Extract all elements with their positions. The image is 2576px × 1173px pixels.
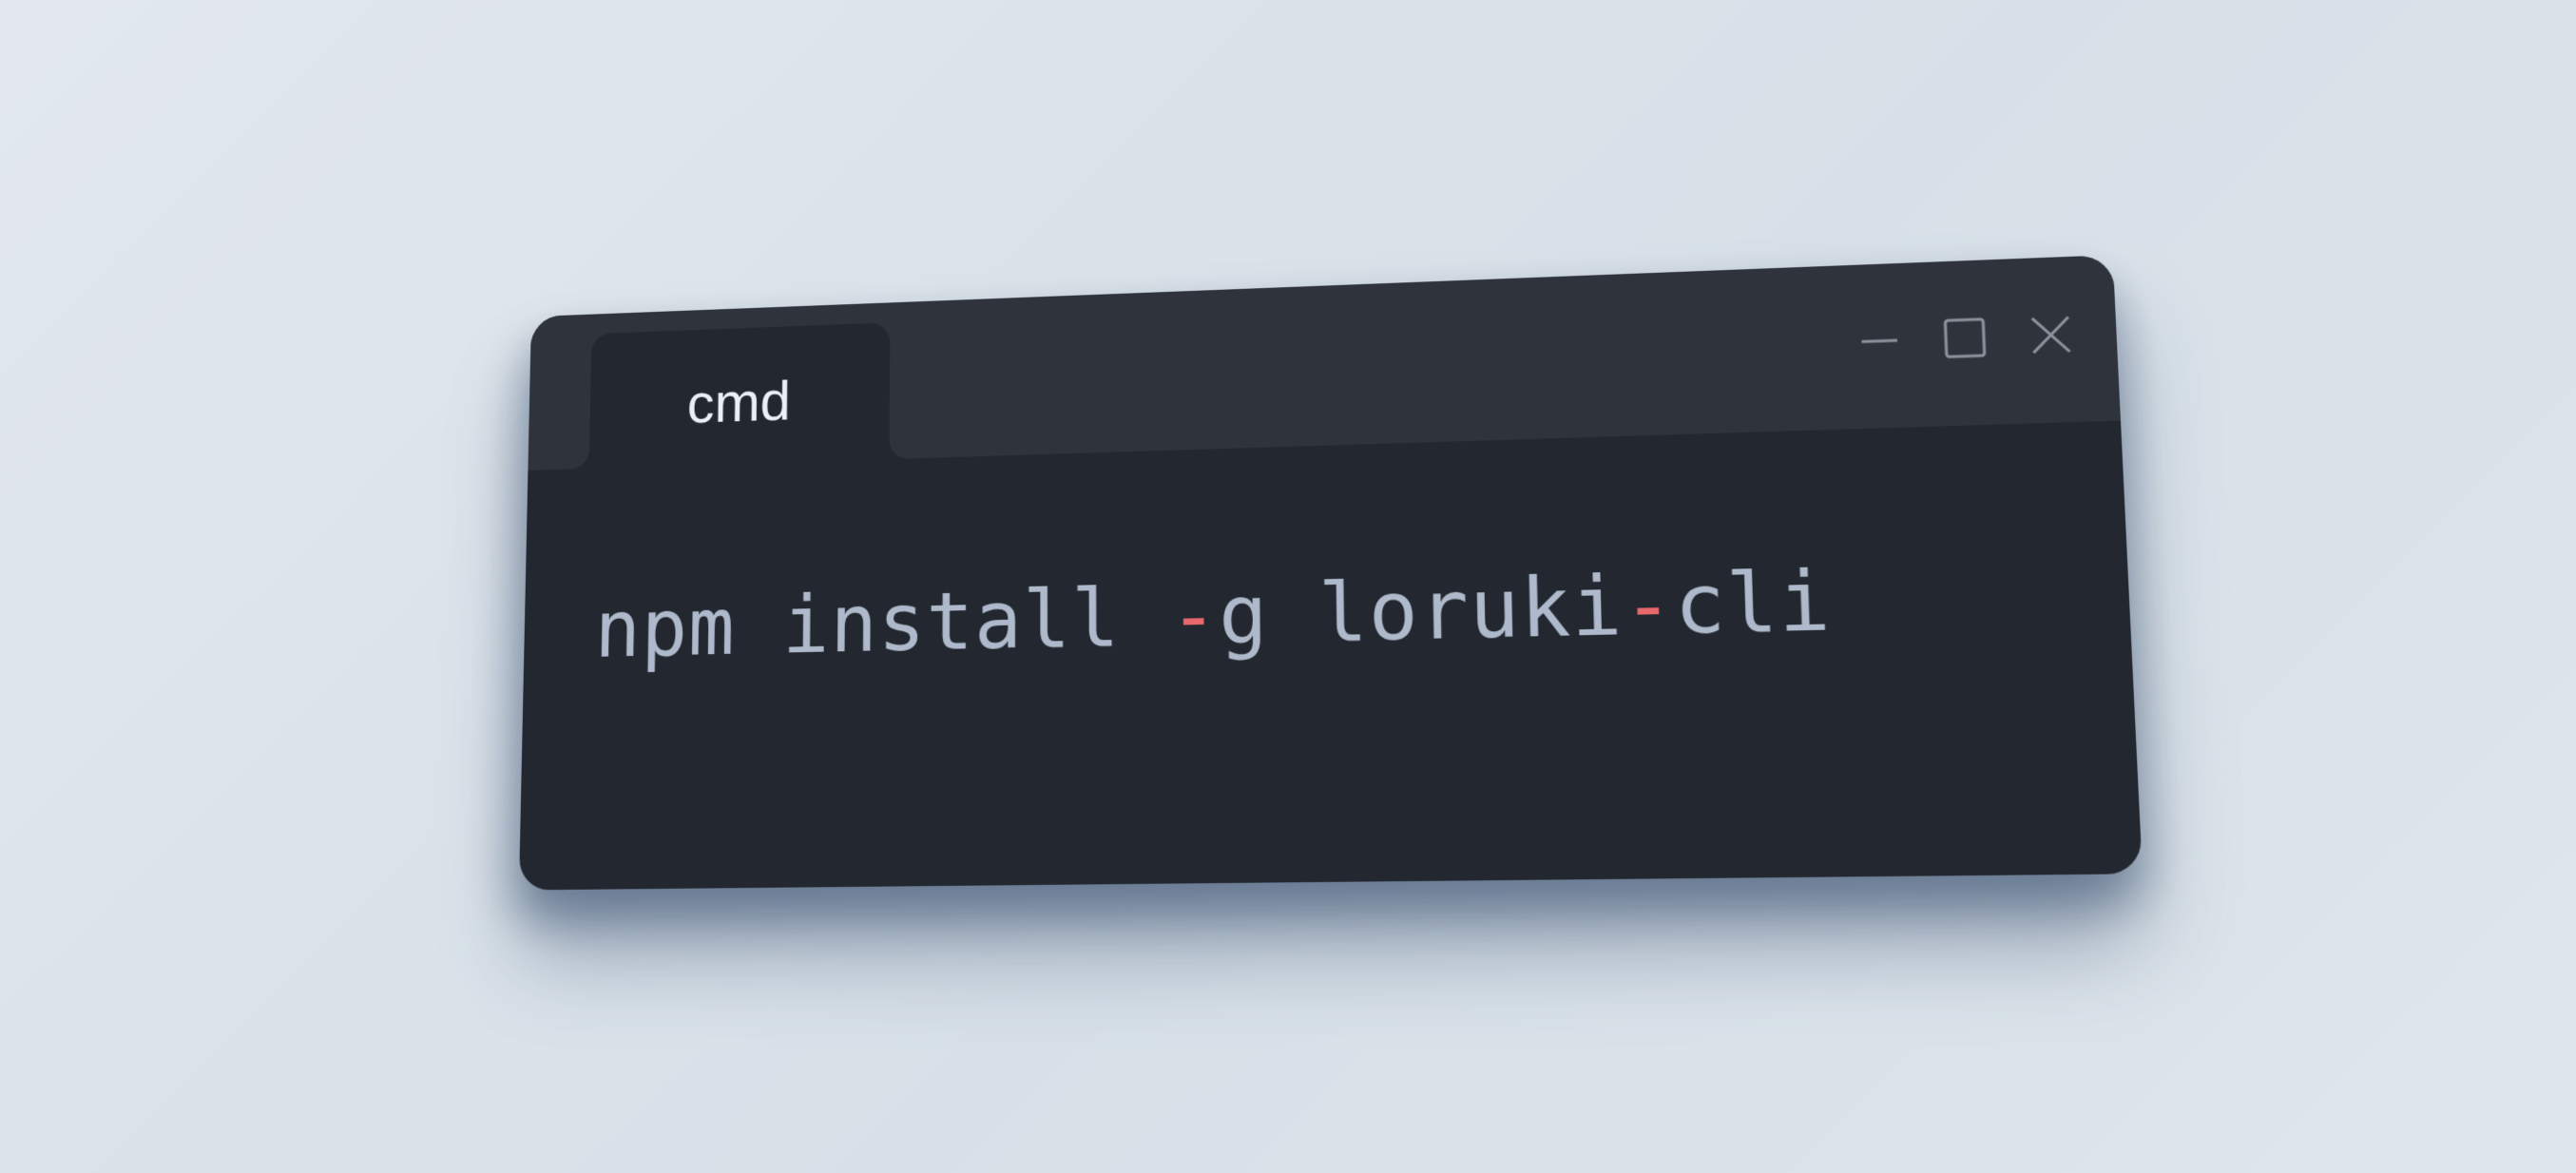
flag-dash: - (1169, 568, 1220, 664)
terminal-window: cmd npm install -g loruki-cli (518, 255, 2143, 891)
terminal-body[interactable]: npm install -g loruki-cli (519, 420, 2143, 890)
minimize-icon (1859, 321, 1900, 361)
minimize-button[interactable] (1855, 318, 1903, 364)
tab-label: cmd (686, 369, 792, 436)
window-controls (1855, 312, 2075, 363)
maximize-button[interactable] (1941, 316, 1989, 361)
close-button[interactable] (2027, 312, 2075, 357)
command-text-2: g loruki (1218, 558, 1624, 663)
command-text-3: cli (1673, 552, 1833, 654)
command-line: npm install -g loruki-cli (594, 553, 1833, 676)
command-text-1: npm install (593, 569, 1170, 677)
maximize-icon (1942, 317, 1988, 360)
package-name-dash: - (1621, 556, 1676, 655)
scene: cmd npm install -g loruki-cli (0, 0, 2576, 1173)
tab-cmd[interactable]: cmd (588, 322, 891, 469)
close-icon (2028, 314, 2072, 356)
